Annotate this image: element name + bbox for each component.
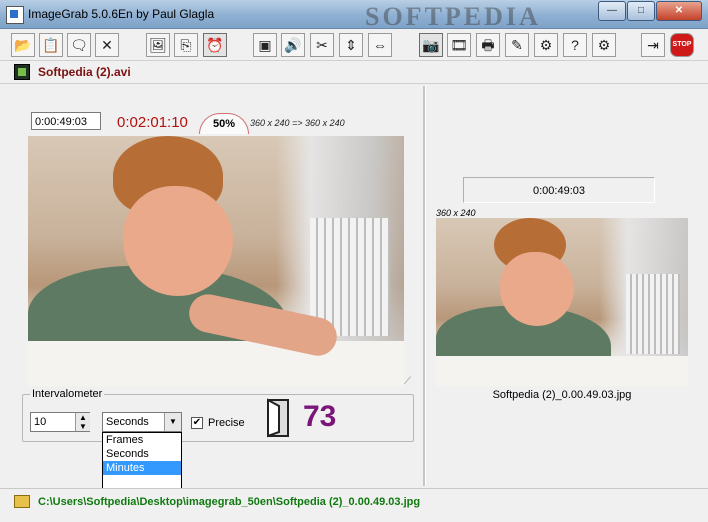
vertical-arrows-icon: ⇕ xyxy=(345,37,357,53)
camera-icon: 📷 xyxy=(422,37,440,53)
resize-grip-icon[interactable]: ⟋ xyxy=(404,376,411,387)
fullscreen-button[interactable]: ▣ xyxy=(253,33,277,57)
unit-option-seconds[interactable]: Seconds xyxy=(103,447,181,461)
exit-door-icon: ⇥ xyxy=(647,37,659,53)
unit-option-minutes[interactable]: Minutes xyxy=(103,461,181,475)
paint-icon: ✎ xyxy=(511,37,523,53)
horizontal-arrows-icon: ⇔ xyxy=(373,37,387,53)
close-file-button[interactable]: ✕ xyxy=(95,33,119,57)
stop-sign-icon: STOP xyxy=(672,41,692,48)
folder-icon[interactable] xyxy=(14,495,30,508)
capture-counter: 73 xyxy=(303,400,337,433)
output-path: C:\Users\Softpedia\Desktop\imagegrab_50e… xyxy=(38,496,421,508)
open-file-button[interactable]: 📂 xyxy=(11,33,35,57)
copy-icon: ⎘ xyxy=(180,37,192,53)
exit-button[interactable]: ⇥ xyxy=(641,33,665,57)
capture-button[interactable]: 📷 xyxy=(419,33,443,57)
video-preview[interactable] xyxy=(28,136,404,386)
copy-button[interactable]: ⎘ xyxy=(174,33,198,57)
speech-bubble-icon: 🗨 xyxy=(70,37,88,53)
video-desk xyxy=(28,341,404,386)
app-icon[interactable] xyxy=(6,6,24,24)
effects-button[interactable]: ✂ xyxy=(310,33,334,57)
speaker-icon: 🔊 xyxy=(284,37,302,53)
interval-unit-value: Seconds xyxy=(106,416,149,428)
file-name: Softpedia (2).avi xyxy=(38,65,131,79)
monitor-icon: ▣ xyxy=(258,37,272,53)
spin-down-icon[interactable]: ▼ xyxy=(79,422,87,431)
softpedia-watermark: SOFTPEDIA xyxy=(365,2,541,31)
door-icon[interactable] xyxy=(265,398,291,438)
minimize-button[interactable]: — xyxy=(598,1,626,21)
file-bar: Softpedia (2).avi xyxy=(0,60,708,84)
title-bar[interactable]: ImageGrab 5.0.6En by Paul Glagla SOFTPED… xyxy=(0,0,708,31)
unit-option-frames[interactable]: Frames xyxy=(103,433,181,447)
thumb-radiator xyxy=(626,274,680,354)
position-input[interactable]: 0:00:49:03 xyxy=(31,112,101,130)
comment-button[interactable]: 🗨 xyxy=(67,33,91,57)
interval-unit-dropdown: Frames Seconds Minutes xyxy=(102,432,182,490)
sound-button[interactable]: 🔊 xyxy=(281,33,305,57)
chevron-down-icon[interactable]: ▼ xyxy=(164,413,181,431)
help-icon: ? xyxy=(571,37,579,53)
window-controls: — □ ✕ xyxy=(597,1,702,21)
image-icon: 🖼 xyxy=(149,37,167,53)
plugin-gear-icon: ⚙ xyxy=(597,37,611,53)
timer-button[interactable]: ⏰ xyxy=(203,33,227,57)
paste-icon: 📋 xyxy=(42,37,60,53)
fit-vertical-button[interactable]: ⇕ xyxy=(339,33,363,57)
settings-button[interactable]: ⚙ xyxy=(534,33,558,57)
spin-up-icon[interactable]: ▲ xyxy=(79,413,87,422)
zoom-gauge[interactable]: 50% xyxy=(199,113,249,134)
resolution-label: 360 x 240 => 360 x 240 xyxy=(250,118,345,128)
folder-open-icon: 📂 xyxy=(14,37,32,53)
panel-divider[interactable] xyxy=(423,86,426,486)
plugins-button[interactable]: ⚙ xyxy=(592,33,616,57)
app-window: ImageGrab 5.0.6En by Paul Glagla SOFTPED… xyxy=(0,0,708,522)
duration-label: 0:02:01:10 xyxy=(117,114,188,131)
interval-spinner[interactable]: ▲ ▼ xyxy=(75,413,90,431)
interval-unit-select[interactable]: Seconds ▼ xyxy=(102,412,182,432)
x-icon: ✕ xyxy=(101,37,113,53)
film-strip-icon: 🎞 xyxy=(450,37,468,53)
intervalometer-legend: Intervalometer xyxy=(30,388,105,400)
help-button[interactable]: ? xyxy=(563,33,587,57)
precise-checkbox[interactable]: ✔ xyxy=(191,417,203,429)
print-button[interactable]: 🖶 xyxy=(476,33,500,57)
edit-button[interactable]: ✎ xyxy=(505,33,529,57)
settings-icon: ⚙ xyxy=(539,37,553,53)
status-bar: C:\Users\Softpedia\Desktop\imagegrab_50e… xyxy=(0,488,708,515)
alarm-clock-icon: ⏰ xyxy=(206,37,224,53)
captured-resolution: 360 x 240 xyxy=(436,208,476,218)
thumb-desk xyxy=(436,356,688,386)
captured-filename: Softpedia (2)_0.00.49.03.jpg xyxy=(492,389,632,401)
stop-button[interactable]: STOP xyxy=(670,33,694,57)
toolbar: 📂 📋 🗨 ✕ 🖼 ⎘ ⏰ ▣ 🔊 ✂ ⇕ ⇔ 📷 🎞 🖶 ✎ ⚙ ? ⚙ ⇥ … xyxy=(0,30,708,60)
printer-icon: 🖶 xyxy=(481,37,495,53)
captured-thumbnail[interactable] xyxy=(436,218,688,386)
close-button[interactable]: ✕ xyxy=(656,1,702,21)
save-image-button[interactable]: 🖼 xyxy=(146,33,170,57)
window-title: ImageGrab 5.0.6En by Paul Glagla xyxy=(28,7,215,21)
maximize-button[interactable]: □ xyxy=(627,1,655,21)
video-child-face xyxy=(123,186,233,296)
film-button[interactable]: 🎞 xyxy=(447,33,471,57)
paste-button[interactable]: 📋 xyxy=(39,33,63,57)
precise-label: Precise xyxy=(208,417,245,429)
film-icon xyxy=(14,64,30,80)
magic-wand-icon: ✂ xyxy=(316,37,328,53)
thumb-child-face xyxy=(500,252,574,326)
fit-horizontal-button[interactable]: ⇔ xyxy=(368,33,392,57)
captured-time: 0:00:49:03 xyxy=(463,177,655,203)
